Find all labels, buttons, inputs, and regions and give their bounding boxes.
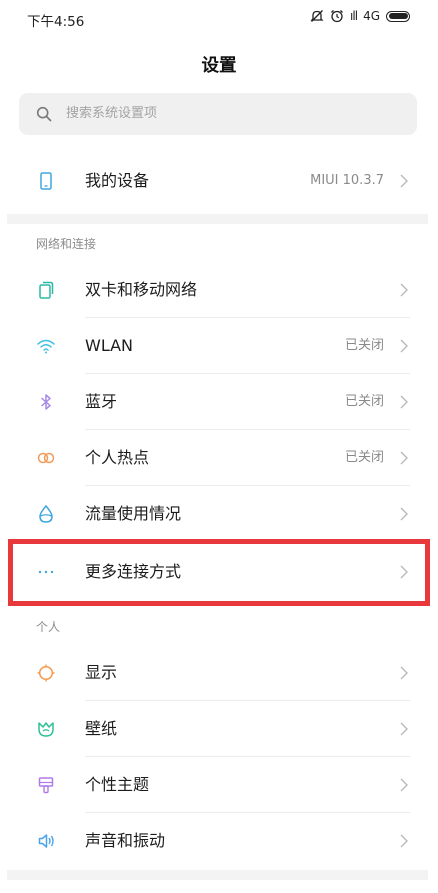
theme-brush-icon [38,777,54,794]
status-time: 下午4:56 [27,14,85,30]
search-input[interactable]: 搜索系统设置项 [66,93,157,135]
chevron-right-icon [400,283,408,297]
chevron-right-icon [400,834,408,848]
wifi-icon [37,339,55,354]
row-sound-vibration[interactable]: 声音和振动 [0,813,438,869]
row-label: 显示 [85,663,118,682]
chevron-right-icon [400,778,408,792]
section-header-network: 网络和连接 [36,237,97,251]
signal-strength-icon: ıll [350,9,358,23]
my-device-row[interactable]: 我的设备 MIUI 10.3.7 [0,153,438,209]
section-divider [7,214,428,224]
chevron-right-icon [400,395,408,409]
hotspot-icon [37,452,55,464]
row-label: 蓝牙 [85,392,118,411]
page-title: 设置 [201,56,237,76]
chevron-right-icon [400,666,408,680]
row-display[interactable]: 显示 [0,645,438,701]
search-bar[interactable]: 搜索系统设置项 [19,93,417,135]
row-sim-mobile-network[interactable]: 双卡和移动网络 [0,262,438,318]
section-divider [7,870,428,880]
row-label: 流量使用情况 [85,504,182,523]
chevron-right-icon [400,339,408,353]
row-label: WLAN [85,336,134,355]
row-bluetooth[interactable]: 蓝牙 已关闭 [0,374,438,430]
chevron-right-icon [400,507,408,521]
row-themes[interactable]: 个性主题 [0,757,438,813]
row-wallpaper[interactable]: 壁纸 [0,701,438,757]
row-hotspot[interactable]: 个人热点 已关闭 [0,430,438,486]
status-icons: ıll 4G [310,9,410,23]
row-label: 壁纸 [85,719,118,738]
my-device-label: 我的设备 [85,171,150,190]
alarm-icon [331,10,344,23]
search-icon [36,106,52,122]
wallpaper-tulip-icon [38,722,54,737]
display-sun-icon [37,664,55,682]
network-type: 4G [363,9,380,23]
chevron-right-icon [400,451,408,465]
speaker-icon [38,834,54,848]
bluetooth-status: 已关闭 [344,394,384,409]
water-drop-icon [39,504,53,523]
row-wlan[interactable]: WLAN 已关闭 [0,318,438,374]
phone-icon [40,172,52,190]
row-label: 个人热点 [85,448,150,467]
row-label: 个性主题 [85,775,150,794]
highlight-box [8,539,430,606]
hotspot-status: 已关闭 [344,450,384,465]
wlan-status: 已关闭 [344,338,384,353]
section-header-personal: 个人 [36,620,61,634]
notifications-muted-icon [310,10,324,22]
chevron-right-icon [400,174,408,188]
chevron-right-icon [400,722,408,736]
battery-icon [386,10,410,22]
bluetooth-icon [41,394,51,410]
row-label: 声音和振动 [85,831,166,850]
row-data-usage[interactable]: 流量使用情况 [0,486,438,542]
status-bar: 下午4:56 ıll 4G [0,0,438,36]
my-device-version: MIUI 10.3.7 [310,173,384,188]
row-label: 双卡和移动网络 [85,280,198,299]
sim-card-icon [39,281,54,299]
